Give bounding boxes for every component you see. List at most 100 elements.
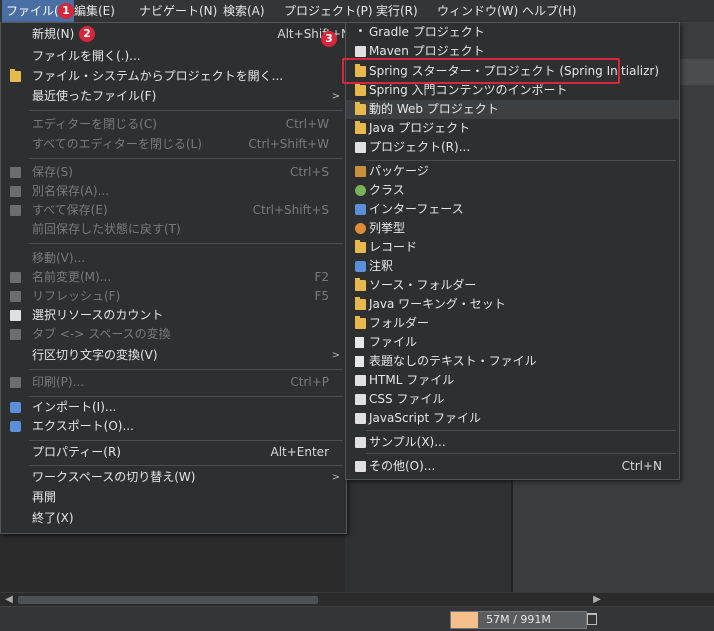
menu-project[interactable]: プロジェクト(P) — [280, 0, 377, 22]
file-menu-properties-accel: Alt+Enter — [270, 445, 329, 459]
save-all-icon — [10, 205, 21, 216]
new-untitled-text-file-label: 表題なしのテキスト・ファイル — [369, 354, 537, 368]
file-menu-recent-files[interactable]: 最近使ったファイル(F) > — [1, 87, 346, 106]
file-menu-switch-workspace-label: ワークスペースの切り替え(W) — [32, 470, 196, 484]
new-annotation-label: 注釈 — [369, 259, 394, 273]
file-menu: 新規(N) Alt+Shift+N ファイルを開く(.)... ファイル・システ… — [0, 22, 350, 534]
menu-edit[interactable]: 編集(E) — [70, 0, 119, 22]
menu-separator — [29, 158, 343, 159]
file-menu-open-file[interactable]: ファイルを開く(.)... — [1, 47, 346, 66]
file-menu-import[interactable]: インポート(I)... — [1, 398, 346, 417]
file-menu-count-resources[interactable]: 選択リソースのカウント — [1, 306, 346, 325]
folder-icon — [355, 316, 366, 329]
file-menu-export-label: エクスポート(O)... — [32, 419, 134, 433]
file-menu-print[interactable]: 印刷(P)... Ctrl+P — [1, 373, 346, 392]
web-project-icon — [355, 102, 366, 115]
file-menu-save[interactable]: 保存(S) Ctrl+S — [1, 163, 346, 182]
new-package[interactable]: パッケージ — [346, 162, 679, 181]
file-menu-refresh-label: リフレッシュ(F) — [32, 289, 121, 303]
file-menu-close-all-accel: Ctrl+Shift+W — [248, 137, 329, 151]
menu-help[interactable]: ヘルプ(H) — [518, 0, 580, 22]
menu-separator — [29, 369, 343, 370]
css-file-icon — [355, 394, 366, 405]
scroll-left-icon[interactable]: ◀ — [2, 593, 16, 607]
new-project[interactable]: プロジェクト(R)... — [346, 138, 679, 157]
chevron-right-icon: > — [331, 472, 340, 483]
file-menu-revert[interactable]: 前回保存した状態に戻す(T) — [1, 220, 346, 239]
example-icon — [355, 437, 366, 448]
new-java-working-set-label: Java ワーキング・セット — [369, 297, 506, 311]
class-icon — [355, 185, 366, 196]
file-menu-convert-tabs-label: タブ <-> スペースの変換 — [32, 327, 171, 341]
new-interface[interactable]: インターフェース — [346, 200, 679, 219]
menu-window[interactable]: ウィンドウ(W) — [433, 0, 522, 22]
status-bar: 57M / 991M — [0, 606, 714, 631]
file-menu-print-accel: Ctrl+P — [290, 375, 329, 389]
file-menu-open-projects-label: ファイル・システムからプロジェクトを開く... — [32, 69, 284, 83]
project-icon — [355, 142, 366, 153]
file-menu-recent-files-label: 最近使ったファイル(F) — [32, 89, 157, 103]
step-badge-3: 3 — [321, 31, 337, 47]
new-html-file[interactable]: HTML ファイル — [346, 371, 679, 390]
menu-search[interactable]: 検索(A) — [219, 0, 269, 22]
file-menu-move[interactable]: 移動(V)... — [1, 249, 346, 268]
new-example[interactable]: サンプル(X)... — [346, 433, 679, 452]
menu-run[interactable]: 実行(R) — [372, 0, 422, 22]
new-other-label: その他(O)... — [369, 459, 436, 473]
file-menu-restart[interactable]: 再開 — [1, 488, 346, 507]
gradle-icon: • — [357, 26, 364, 37]
new-dynamic-web-project[interactable]: 動的 Web プロジェクト — [346, 100, 679, 119]
file-menu-save-accel: Ctrl+S — [289, 165, 329, 179]
javascript-file-icon — [355, 413, 366, 424]
file-menu-print-label: 印刷(P)... — [32, 375, 85, 389]
scroll-thumb[interactable] — [18, 596, 318, 604]
file-menu-revert-label: 前回保存した状態に戻す(T) — [32, 222, 181, 236]
file-menu-new-accel: Alt+Shift+N — [277, 27, 350, 41]
new-file[interactable]: ファイル — [346, 333, 679, 352]
menu-separator — [29, 440, 343, 441]
garbage-collect-icon[interactable] — [587, 613, 597, 625]
file-menu-refresh[interactable]: リフレッシュ(F) F5 — [1, 287, 346, 306]
new-enum[interactable]: 列挙型 — [346, 219, 679, 238]
file-menu-export[interactable]: エクスポート(O)... — [1, 417, 346, 436]
menu-navigate[interactable]: ナビゲート(N) — [135, 0, 221, 22]
scroll-right-icon[interactable]: ▶ — [590, 593, 604, 607]
new-gradle-project[interactable]: • Gradle プロジェクト — [346, 23, 679, 42]
new-css-file[interactable]: CSS ファイル — [346, 390, 679, 409]
file-menu-convert-tabs[interactable]: タブ <-> スペースの変換 — [1, 325, 346, 344]
file-menu-switch-workspace[interactable]: ワークスペースの切り替え(W) > — [1, 468, 346, 487]
import-icon — [10, 402, 21, 413]
heap-status[interactable]: 57M / 991M — [450, 611, 587, 629]
save-icon — [10, 167, 21, 178]
file-menu-new[interactable]: 新規(N) Alt+Shift+N — [1, 25, 350, 44]
file-menu-close-editor[interactable]: エディターを閉じる(C) Ctrl+W — [1, 115, 346, 134]
new-java-working-set[interactable]: Java ワーキング・セット — [346, 295, 679, 314]
file-menu-move-label: 移動(V)... — [32, 251, 86, 265]
new-javascript-file[interactable]: JavaScript ファイル — [346, 409, 679, 428]
new-class[interactable]: クラス — [346, 181, 679, 200]
file-menu-save-all[interactable]: すべて保存(E) Ctrl+Shift+S — [1, 201, 346, 220]
refresh-icon — [10, 291, 21, 302]
file-menu-open-projects[interactable]: ファイル・システムからプロジェクトを開く... — [1, 67, 346, 86]
new-untitled-text-file[interactable]: 表題なしのテキスト・ファイル — [346, 352, 679, 371]
new-annotation[interactable]: 注釈 — [346, 257, 679, 276]
file-menu-convert-line-delimiters[interactable]: 行区切り文字の変換(V) > — [1, 346, 346, 365]
new-record[interactable]: レコード — [346, 238, 679, 257]
horizontal-scrollbar[interactable]: ◀ ▶ — [0, 592, 605, 607]
new-dynamic-web-project-label: 動的 Web プロジェクト — [369, 102, 499, 116]
file-menu-properties[interactable]: プロパティー(R) Alt+Enter — [1, 443, 346, 462]
text-file-icon — [355, 356, 364, 367]
new-other[interactable]: その他(O)... Ctrl+N — [346, 457, 679, 476]
file-menu-exit[interactable]: 終了(X) — [1, 509, 346, 528]
file-menu-rename[interactable]: 名前変更(M)... F2 — [1, 268, 346, 287]
menu-bar: ファイル(F) 編集(E) ナビゲート(N) 検索(A) プロジェクト(P) 実… — [0, 0, 714, 23]
file-menu-close-all[interactable]: すべてのエディターを閉じる(L) Ctrl+Shift+W — [1, 135, 346, 154]
record-icon — [355, 240, 366, 253]
step-badge-1: 1 — [58, 3, 74, 19]
new-java-project[interactable]: Java プロジェクト — [346, 119, 679, 138]
file-menu-save-as[interactable]: 別名保存(A)... — [1, 182, 346, 201]
enum-icon — [355, 223, 366, 234]
new-folder[interactable]: フォルダー — [346, 314, 679, 333]
new-source-folder[interactable]: ソース・フォルダー — [346, 276, 679, 295]
new-record-label: レコード — [369, 240, 418, 254]
